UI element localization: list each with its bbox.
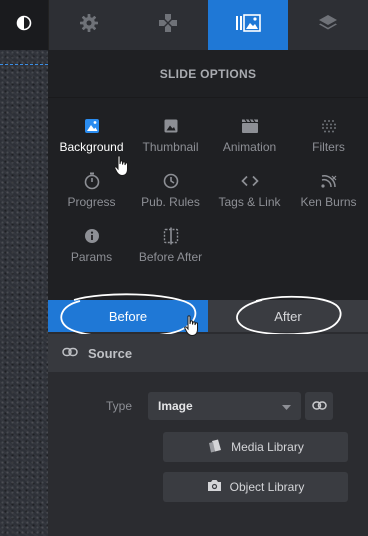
caret-down-icon bbox=[282, 397, 291, 415]
option-label: Filters bbox=[312, 140, 345, 154]
toolbar-layers-tab[interactable] bbox=[288, 0, 368, 50]
clock-icon bbox=[163, 171, 179, 191]
option-background[interactable]: Background bbox=[52, 116, 131, 171]
stopwatch-icon bbox=[84, 171, 100, 191]
layers-icon bbox=[317, 13, 339, 38]
option-label: Progress bbox=[67, 195, 116, 209]
type-label: Type bbox=[105, 399, 132, 413]
option-label: Tags & Link bbox=[218, 195, 281, 209]
object-library-label: Object Library bbox=[229, 480, 305, 494]
option-tags-link[interactable]: Tags & Link bbox=[210, 171, 289, 226]
option-label: Thumbnail bbox=[142, 140, 199, 154]
slide-options-panel: SLIDE OPTIONS Background Thumbnail Anima… bbox=[48, 50, 368, 536]
option-ken-burns[interactable]: Ken Burns bbox=[289, 171, 368, 226]
panel-header: SLIDE OPTIONS bbox=[48, 50, 368, 98]
clapperboard-icon bbox=[241, 116, 259, 136]
toolbar-contrast-button[interactable] bbox=[0, 0, 48, 50]
option-filters[interactable]: Filters bbox=[289, 116, 368, 171]
option-before-after[interactable]: Before After bbox=[131, 226, 210, 281]
canvas-guide-line bbox=[0, 64, 48, 65]
link-icon bbox=[311, 397, 327, 415]
type-link-button[interactable] bbox=[305, 392, 333, 420]
media-library-label: Media Library bbox=[231, 440, 304, 454]
options-grid: Background Thumbnail Animation Filters P… bbox=[48, 98, 368, 300]
option-label: Animation bbox=[222, 140, 277, 154]
top-toolbar bbox=[0, 0, 368, 50]
media-stack-icon bbox=[207, 439, 231, 456]
filters-icon bbox=[321, 116, 337, 136]
after-tab-label: After bbox=[274, 308, 302, 324]
option-thumbnail[interactable]: Thumbnail bbox=[131, 116, 210, 171]
canvas-preview-strip bbox=[0, 50, 48, 536]
gear-icon bbox=[79, 13, 99, 38]
ken-burns-icon bbox=[320, 171, 338, 191]
info-icon bbox=[84, 226, 100, 246]
camera-icon bbox=[207, 479, 230, 495]
toolbar-controls-tab[interactable] bbox=[128, 0, 208, 50]
link-icon bbox=[62, 344, 78, 362]
type-row: Type Image bbox=[48, 392, 368, 420]
option-label: Background bbox=[59, 140, 124, 154]
contrast-icon bbox=[16, 15, 32, 36]
option-progress[interactable]: Progress bbox=[52, 171, 131, 226]
type-select[interactable]: Image bbox=[148, 392, 301, 420]
before-tab[interactable]: Before bbox=[48, 293, 208, 338]
option-animation[interactable]: Animation bbox=[210, 116, 289, 171]
option-pub-rules[interactable]: Pub. Rules bbox=[131, 171, 210, 226]
object-library-button[interactable]: Object Library bbox=[163, 472, 348, 502]
before-after-icon bbox=[163, 226, 179, 246]
code-icon bbox=[240, 171, 259, 191]
source-section-header[interactable]: Source bbox=[48, 334, 368, 372]
option-label: Before After bbox=[138, 250, 203, 264]
media-library-button[interactable]: Media Library bbox=[163, 432, 348, 462]
image-icon bbox=[84, 116, 100, 136]
thumbnail-icon bbox=[163, 116, 179, 136]
toolbar-settings-tab[interactable] bbox=[48, 0, 128, 50]
slides-icon bbox=[235, 13, 261, 37]
before-tab-label: Before bbox=[108, 308, 148, 324]
option-label: Params bbox=[70, 250, 113, 264]
source-section-title: Source bbox=[88, 345, 133, 361]
toolbar-slide-tab[interactable] bbox=[208, 0, 288, 50]
gamepad-icon bbox=[157, 12, 179, 39]
option-params[interactable]: Params bbox=[52, 226, 131, 281]
before-after-tabs: Before After bbox=[48, 293, 368, 338]
type-select-value: Image bbox=[158, 399, 193, 413]
option-label: Ken Burns bbox=[300, 195, 357, 209]
option-label: Pub. Rules bbox=[141, 195, 200, 209]
after-tab[interactable]: After bbox=[208, 295, 368, 336]
panel-title: SLIDE OPTIONS bbox=[159, 66, 257, 81]
